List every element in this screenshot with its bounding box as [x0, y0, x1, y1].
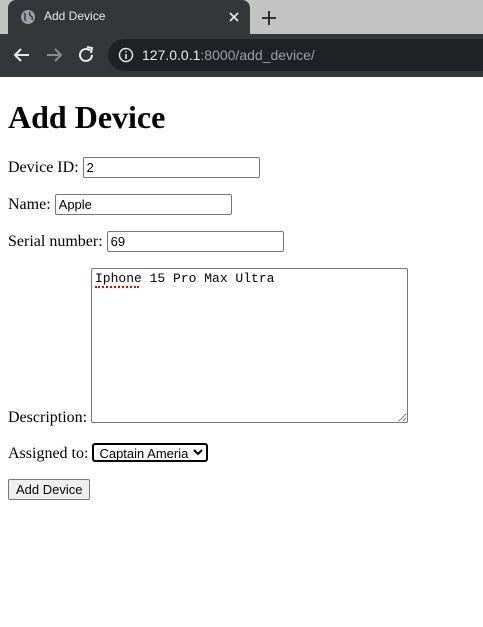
device-id-row: Device ID:: [8, 157, 260, 178]
url-path: :8000/add_device/: [200, 47, 315, 63]
serial-number-row: Serial number:: [8, 231, 284, 252]
description-label: Description:: [8, 409, 88, 426]
serial-number-label: Serial number:: [8, 233, 103, 250]
url-text: 127.0.0.1:8000/add_device/: [142, 47, 315, 63]
plus-icon[interactable]: [259, 8, 279, 28]
back-arrow-icon[interactable]: [11, 44, 33, 66]
reload-icon[interactable]: [75, 44, 97, 66]
serial-number-input[interactable]: [106, 231, 284, 252]
close-icon[interactable]: [226, 9, 242, 25]
assigned-to-label: Assigned to:: [8, 445, 89, 462]
tab-title: Add Device: [44, 9, 106, 23]
page-title: Add Device: [8, 99, 166, 135]
info-icon[interactable]: [118, 47, 134, 63]
tab-strip: Add Device: [0, 0, 483, 34]
device-id-label: Device ID:: [8, 159, 79, 176]
name-input[interactable]: [54, 194, 232, 215]
description-textarea[interactable]: Iphone 15 Pro Max Ultra: [91, 268, 408, 423]
name-label: Name:: [8, 196, 51, 213]
active-tab[interactable]: Add Device: [8, 0, 250, 34]
spellcheck-underline: [95, 285, 139, 288]
globe-icon: [21, 10, 35, 24]
address-bar[interactable]: 127.0.0.1:8000/add_device/: [108, 39, 483, 71]
name-row: Name:: [8, 194, 232, 215]
forward-arrow-icon[interactable]: [43, 44, 65, 66]
url-host: 127.0.0.1: [142, 47, 201, 63]
browser-toolbar: 127.0.0.1:8000/add_device/: [0, 34, 483, 77]
add-device-button[interactable]: Add Device: [8, 479, 91, 500]
page-content: Add Device Device ID: Name: Serial numbe…: [0, 77, 483, 627]
device-id-input[interactable]: [82, 157, 260, 178]
assigned-to-select[interactable]: Captain Ameria: [92, 443, 209, 462]
assigned-to-row: Assigned to: Captain Ameria: [8, 443, 209, 463]
